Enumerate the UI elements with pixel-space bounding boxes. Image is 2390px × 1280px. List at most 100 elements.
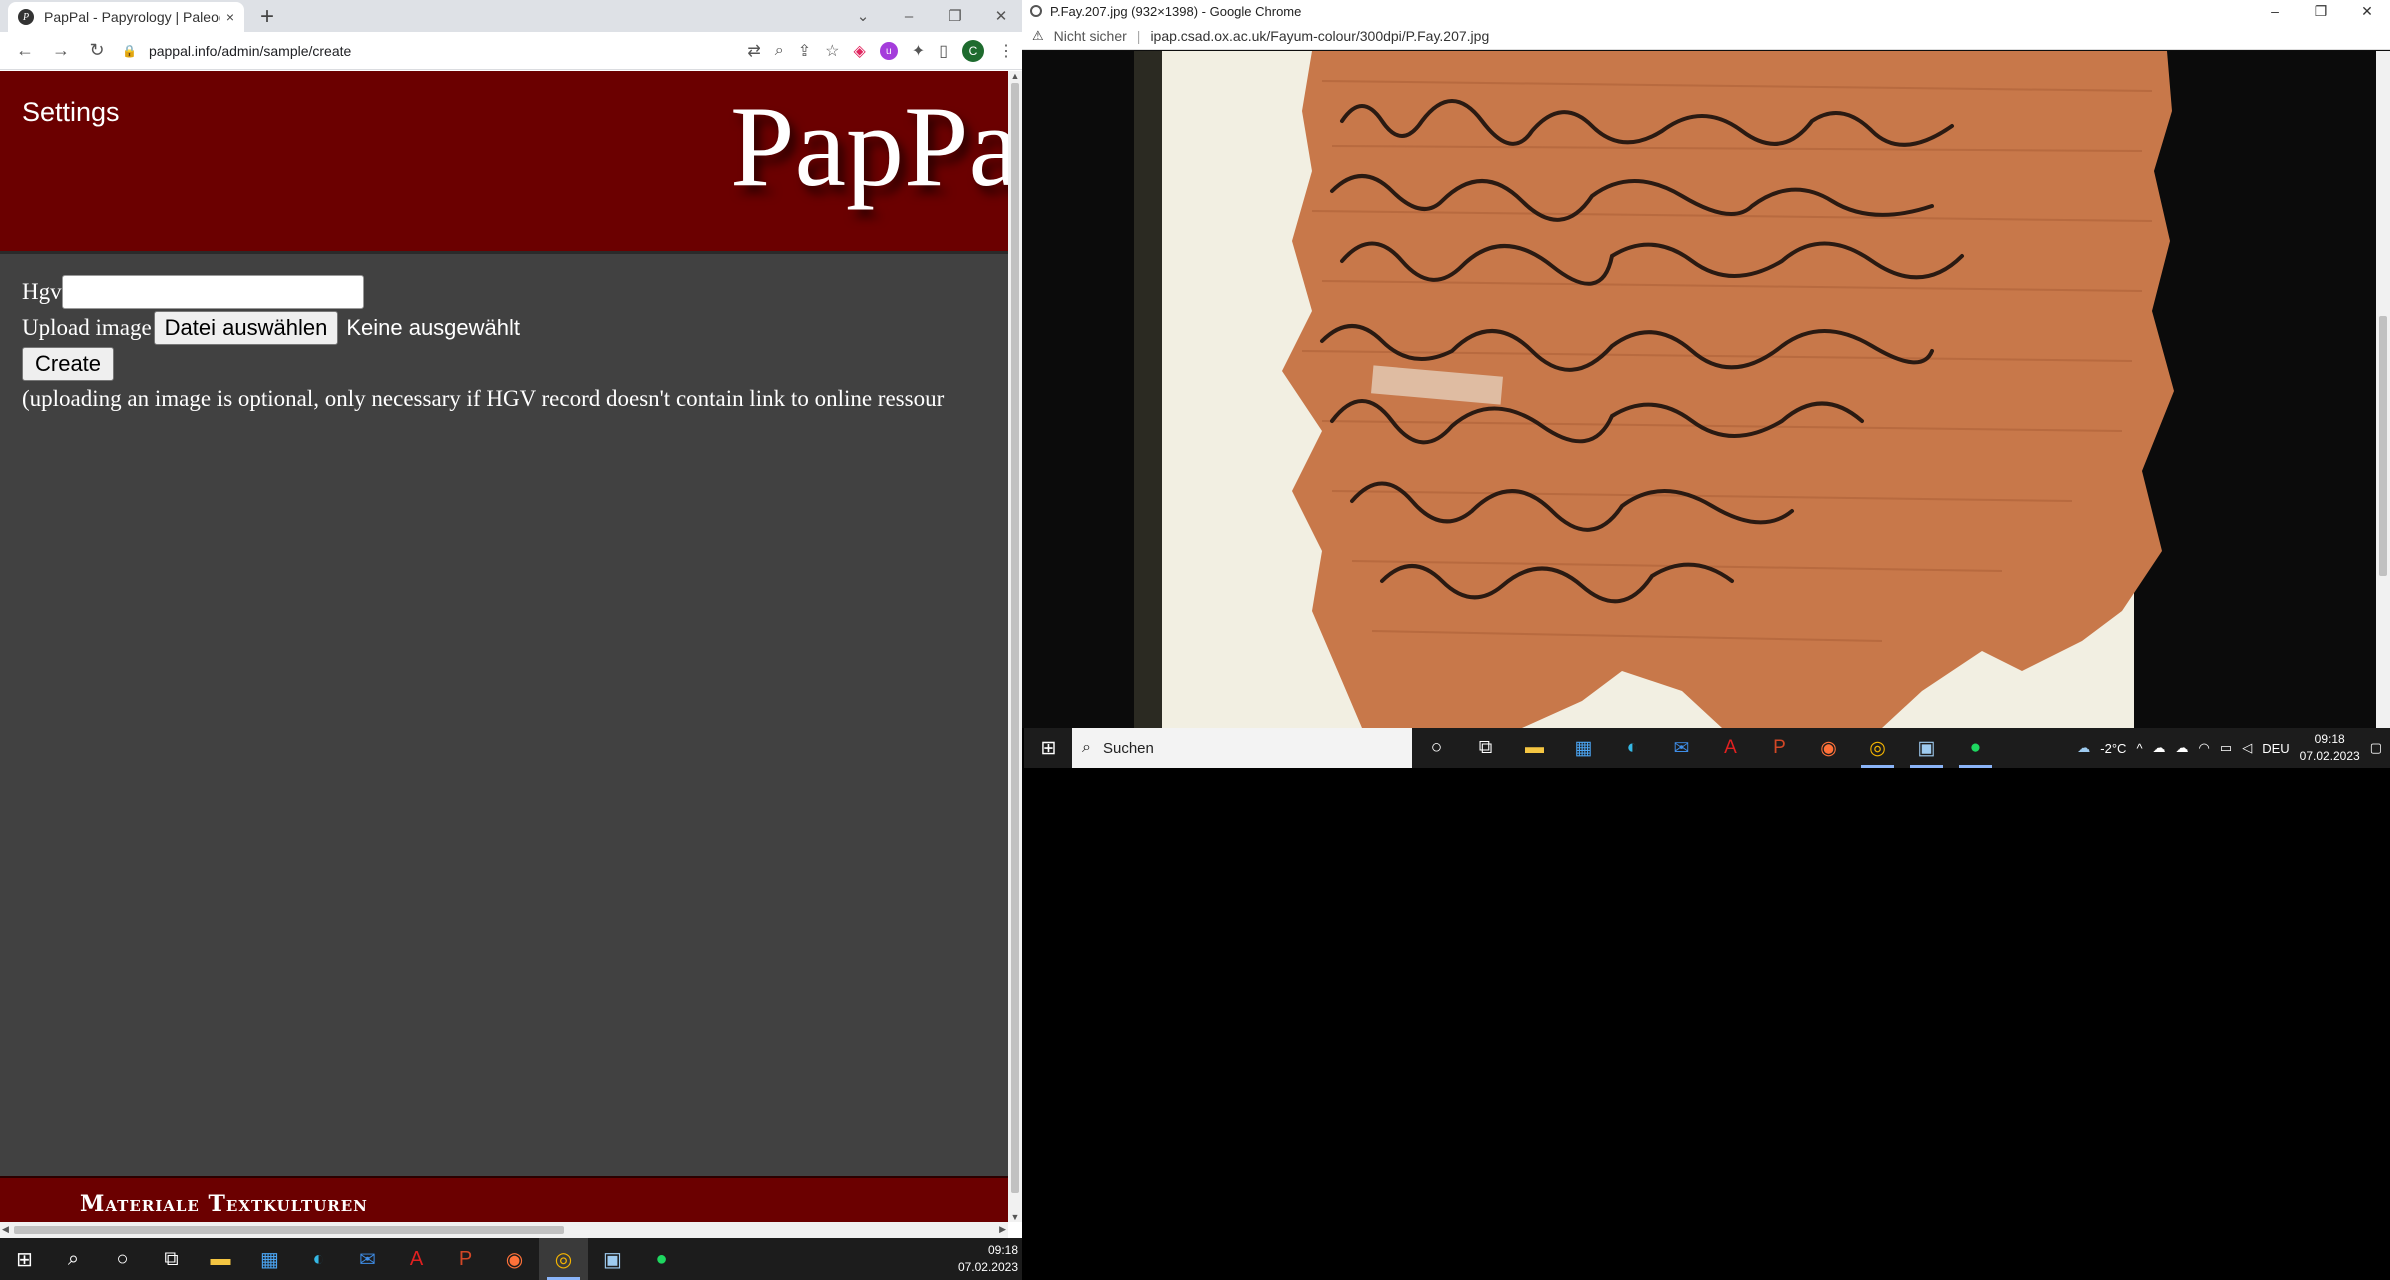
taskbar-clock-right[interactable]: 09:18 07.02.2023 [2300,731,2360,765]
right-scroll-thumb[interactable] [2379,316,2387,576]
clock-time: 09:18 [2314,732,2345,746]
share-icon[interactable]: ⇪ [798,41,811,61]
store-icon[interactable]: ▦ [245,1238,294,1280]
powerpoint-icon[interactable]: P [441,1238,490,1280]
windows-start-icon[interactable]: ⊞ [1024,728,1073,768]
scroll-right-icon[interactable]: ▶ [999,1224,1006,1235]
extension-red-icon[interactable]: ◈ [853,41,865,61]
minimize-button[interactable]: – [2252,0,2298,22]
chrome-icon[interactable]: ◎ [1853,728,1902,768]
firefox-icon[interactable]: ◉ [490,1238,539,1280]
powerpoint-icon[interactable]: P [1755,728,1804,768]
bookmark-star-icon[interactable]: ☆ [825,41,839,61]
weather-icon[interactable]: ☁ [2077,740,2090,756]
volume-icon[interactable]: ◁ [2242,740,2252,756]
clock-date: 07.02.2023 [957,1260,1018,1274]
weather-temp[interactable]: -2°C [2100,741,2126,756]
zoom-icon[interactable]: ⌕ [775,42,784,60]
extension-purple-icon[interactable]: u [879,42,898,60]
tab-close-icon[interactable]: × [226,9,234,25]
task-view-icon[interactable]: ⧉ [1461,728,1510,768]
page-content: Settings PapPal Hgv Upload image Datei a… [0,71,1008,1222]
tab-search-dropdown-icon[interactable]: ⌄ [840,7,886,25]
windows-start-icon[interactable]: ⊞ [0,1238,49,1280]
site-footer: Materiale Textkulturen [0,1176,1008,1222]
upload-note: (uploading an image is optional, only ne… [22,386,945,411]
side-panel-icon[interactable]: ▯ [939,41,948,61]
forward-button[interactable]: → [50,40,72,61]
papyrus-image [1134,51,2174,728]
file-explorer-icon[interactable]: ▬ [1510,728,1559,768]
profile-avatar[interactable]: C [962,40,984,62]
restore-button[interactable]: ❐ [2298,0,2344,22]
system-tray: ☁ -2°C ^ ☁ ☁ ◠ ▭ ◁ DEU 09:18 07.02.2023 … [2077,728,2382,768]
address-url: ipap.csad.ox.ac.uk/Fayum-colour/300dpi/P… [1150,27,1490,44]
notification-icon[interactable]: ▢ [2370,740,2382,756]
window-controls: ⌄ – ❐ ✕ [840,0,1022,32]
search-icon[interactable]: ⌕ [49,1238,98,1280]
battery-icon[interactable]: ▭ [2220,740,2232,756]
hgv-row: Hgv [22,274,944,310]
back-button[interactable]: ← [14,40,36,61]
hgv-input[interactable] [61,275,364,309]
acrobat-icon[interactable]: A [1706,728,1755,768]
task-view-icon[interactable]: ⧉ [147,1238,196,1280]
spotify-icon[interactable]: ● [637,1238,686,1280]
warning-icon: ⚠ [1032,27,1044,43]
upload-row: Upload image Datei auswählen Keine ausge… [22,310,944,346]
chrome-icon[interactable]: ◎ [539,1238,588,1280]
taskbar-clock-left[interactable]: 09:18 07.02.2023 [958,1242,1018,1276]
create-button[interactable]: Create [22,347,115,381]
firefox-icon[interactable]: ◉ [1804,728,1853,768]
choose-file-button[interactable]: Datei auswählen [153,311,339,345]
address-bar[interactable]: ⚠ Nicht sicher | ipap.csad.ox.ac.uk/Fayu… [1022,22,2390,66]
app-icon[interactable]: ▣ [1902,728,1951,768]
toolbar-icons: ⇄ ⌕ ⇪ ☆ ◈ u ✦ ▯ C ⋮ [747,32,1014,70]
mail-icon[interactable]: ✉ [1657,728,1706,768]
spotify-icon[interactable]: ● [1951,728,2000,768]
create-sample-form: Hgv Upload image Datei auswählen Keine a… [22,274,944,412]
cortana-icon[interactable]: ○ [1412,728,1461,768]
horizontal-scrollbar[interactable]: ◀ ▶ [0,1222,1008,1238]
vertical-scroll-thumb[interactable] [1011,83,1019,1193]
desktop: P PapPal - Papyrology | Paleograph × + ⌄… [0,0,2390,1280]
scroll-down-icon[interactable]: ▼ [1008,1212,1022,1222]
app-icon[interactable]: ▣ [588,1238,637,1280]
restore-button[interactable]: ❐ [932,7,978,25]
upload-image-label: Upload image [22,315,152,340]
taskbar-search-box[interactable]: ⌕ Suchen [1072,728,1412,768]
right-vertical-scrollbar[interactable] [2376,51,2390,728]
close-button[interactable]: ✕ [2344,0,2390,22]
reload-button[interactable]: ↻ [86,40,108,61]
tray-chevron-icon[interactable]: ^ [2136,741,2142,756]
window-title: P.Fay.207.jpg (932×1398) - Google Chrome [1050,3,1302,19]
minimize-button[interactable]: – [886,8,932,25]
address-bar[interactable]: 🔒 pappal.info/admin/sample/create [122,37,682,65]
language-indicator[interactable]: DEU [2262,741,2289,756]
browser-toolbar: ← → ↻ 🔒 pappal.info/admin/sample/create … [0,32,1022,70]
cortana-icon[interactable]: ○ [98,1238,147,1280]
search-icon: ⌕ [1082,739,1091,756]
wifi-icon[interactable]: ◠ [2199,740,2210,756]
tab-pappal[interactable]: P PapPal - Papyrology | Paleograph × [8,2,244,32]
cloud-sync-icon[interactable]: ☁ [2153,740,2166,756]
onedrive-icon[interactable]: ☁ [2176,740,2189,756]
scroll-up-icon[interactable]: ▲ [1008,71,1022,81]
acrobat-icon[interactable]: A [392,1238,441,1280]
file-explorer-icon[interactable]: ▬ [196,1238,245,1280]
edge-icon[interactable]: ◐ [294,1238,343,1280]
edge-icon[interactable]: ◐ [1608,728,1657,768]
close-button[interactable]: ✕ [978,7,1022,25]
horizontal-scroll-thumb[interactable] [14,1226,564,1234]
extensions-puzzle-icon[interactable]: ✦ [912,41,925,61]
mail-icon[interactable]: ✉ [343,1238,392,1280]
window-title-bar: P.Fay.207.jpg (932×1398) - Google Chrome… [1022,0,2390,22]
settings-link[interactable]: Settings [22,97,120,128]
store-icon[interactable]: ▦ [1559,728,1608,768]
menu-dots-icon[interactable]: ⋮ [998,41,1014,61]
translate-icon[interactable]: ⇄ [747,41,760,61]
address-separator: | [1136,27,1141,44]
new-tab-button[interactable]: + [260,3,274,31]
scroll-left-icon[interactable]: ◀ [2,1224,9,1235]
vertical-scrollbar[interactable]: ▲ ▼ [1008,71,1022,1222]
